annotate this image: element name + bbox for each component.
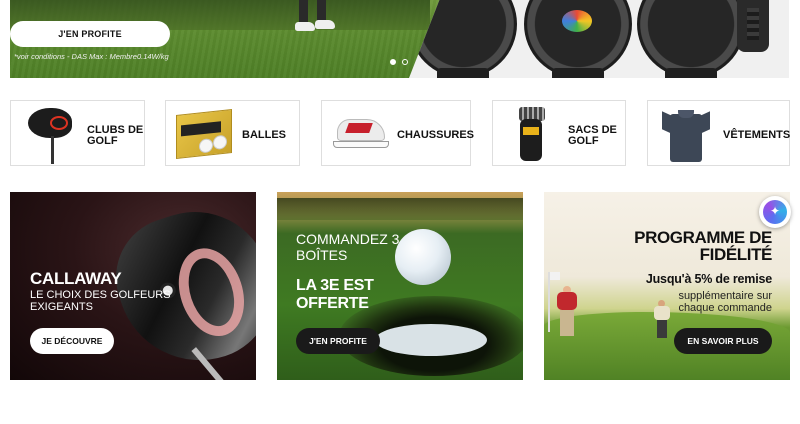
watch-image bbox=[524, 0, 632, 78]
learn-more-button[interactable]: EN SAVOIR PLUS bbox=[674, 328, 772, 354]
category-label: BALLES bbox=[242, 129, 286, 141]
hero-legal-text: *voir conditions - DAS Max : Membre0.14W… bbox=[14, 52, 169, 61]
watch-image bbox=[637, 0, 745, 78]
category-label: SACS DE GOLF bbox=[568, 124, 617, 147]
category-label: CHAUSSURES bbox=[397, 129, 475, 141]
category-card-clubs[interactable]: CLUBS DE GOLF bbox=[10, 100, 145, 166]
carousel-dot-2[interactable] bbox=[402, 59, 408, 65]
sparkle-icon: ✦ bbox=[769, 204, 781, 218]
golf-balls-box-icon bbox=[166, 101, 242, 167]
callaway-driver-image bbox=[100, 192, 256, 380]
promo-subtitle: LA 3E EST OFFERTE bbox=[296, 277, 374, 312]
promo-title: CALLAWAY bbox=[30, 269, 122, 288]
golf-hole-rim bbox=[375, 324, 487, 356]
golf-driver-icon bbox=[11, 101, 91, 167]
category-card-bags[interactable]: SACS DE GOLF bbox=[492, 100, 626, 166]
golf-bag-icon bbox=[493, 101, 569, 167]
ai-assistant-button[interactable]: ✦ bbox=[759, 196, 791, 228]
hero-banner[interactable]: J'EN PROFITE *voir conditions - DAS Max … bbox=[10, 0, 789, 78]
promo-callaway[interactable]: CALLAWAY LE CHOIX DES GOLFEURS EXIGEANTS… bbox=[10, 192, 256, 380]
promo-title: PROGRAMME DE FIDÉLITÉ bbox=[634, 228, 772, 264]
hero-cta-button[interactable]: J'EN PROFITE bbox=[10, 21, 170, 47]
discover-button[interactable]: JE DÉCOUVRE bbox=[30, 328, 114, 354]
promo-loyalty[interactable]: PROGRAMME DE FIDÉLITÉ Jusqu'à 5% de remi… bbox=[544, 192, 790, 380]
hero-golfer-legs bbox=[295, 0, 335, 32]
golfer-image bbox=[554, 286, 580, 338]
watch-band-image bbox=[737, 0, 769, 52]
offer-button[interactable]: J'EN PROFITE bbox=[296, 328, 380, 354]
carousel-dot-1[interactable] bbox=[390, 59, 396, 65]
category-card-clothing[interactable]: VÊTEMENTS bbox=[647, 100, 790, 166]
category-card-shoes[interactable]: CHAUSSURES bbox=[321, 100, 475, 167]
promo-title: COMMANDEZ 3 BOÎTES bbox=[296, 231, 400, 263]
category-label: VÊTEMENTS bbox=[723, 129, 791, 141]
carousel-dots bbox=[390, 59, 408, 65]
promo-detail: supplémentaire sur chaque commande bbox=[678, 290, 772, 314]
promo-subtitle: LE CHOIX DES GOLFEURS EXIGEANTS bbox=[30, 289, 171, 313]
golf-shoe-icon bbox=[322, 101, 398, 167]
golf-flag-image bbox=[548, 272, 560, 332]
category-label: CLUBS DE GOLF bbox=[87, 124, 144, 147]
treeline-background bbox=[277, 198, 523, 220]
polo-shirt-icon bbox=[648, 101, 724, 167]
category-card-balls[interactable]: BALLES bbox=[165, 100, 300, 166]
promo-balls-offer[interactable]: COMMANDEZ 3 BOÎTES LA 3E EST OFFERTE J'E… bbox=[277, 192, 523, 380]
hero-watches-image bbox=[409, 0, 789, 78]
promo-subtitle: Jusqu'à 5% de remise bbox=[645, 272, 772, 286]
